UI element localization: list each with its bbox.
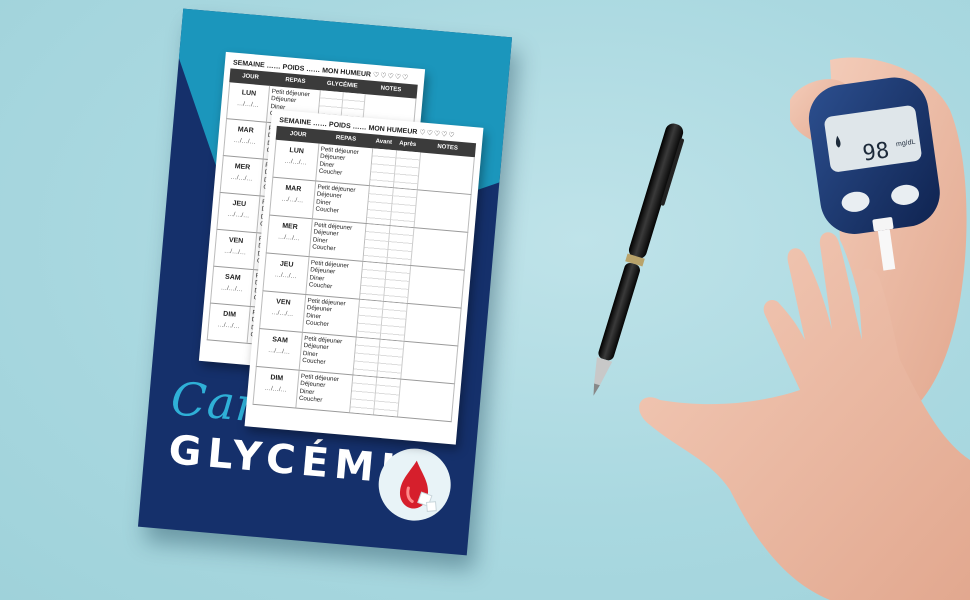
product-scene: Carnet de GLYCÉMIE SEMAINE …… POIDS …… M… [0, 0, 970, 600]
hands-with-glucose-meter [639, 57, 970, 600]
blood-drop-icon [375, 445, 454, 524]
log-sheet-front: SEMAINE …… POIDS …… MON HUMEUR ♡♡♡♡♡ JOU… [244, 109, 484, 445]
